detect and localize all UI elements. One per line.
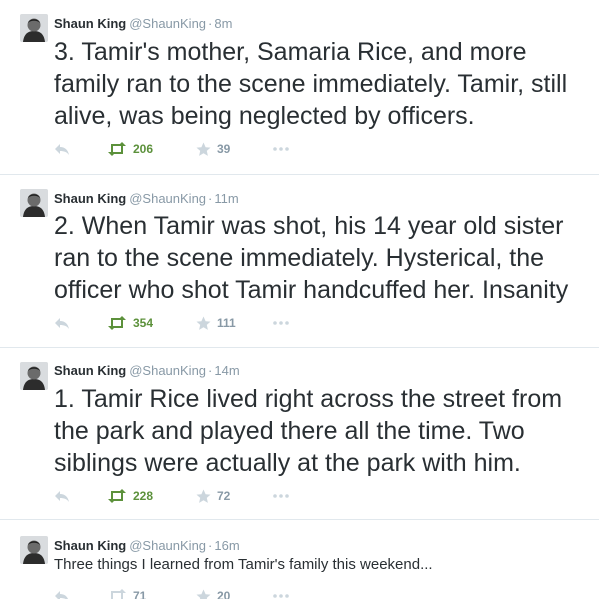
- tweet-actions: 354 111: [54, 314, 374, 332]
- avatar[interactable]: [20, 536, 48, 564]
- retweet-count: 228: [133, 489, 154, 503]
- tweet-text: 1. Tamir Rice lived right across the str…: [54, 385, 563, 477]
- favorite-star-icon: [196, 316, 211, 330]
- author-name[interactable]: Shaun King: [54, 538, 126, 553]
- separator: ·: [208, 191, 213, 206]
- author-name[interactable]: Shaun King: [54, 16, 126, 31]
- author-handle[interactable]: @ShaunKing: [129, 538, 206, 553]
- tweet-text: 3. Tamir's mother, Samaria Rice, and mor…: [54, 38, 568, 130]
- reply-icon: [55, 591, 69, 599]
- reply-button[interactable]: [54, 587, 70, 599]
- favorite-star-icon: [196, 589, 211, 599]
- reply-icon: [55, 491, 69, 502]
- timestamp[interactable]: 16m: [214, 538, 239, 553]
- reply-icon: [55, 318, 69, 329]
- tweet-actions: 228 72: [54, 487, 374, 505]
- timestamp[interactable]: 11m: [214, 191, 238, 206]
- separator: ·: [208, 363, 213, 378]
- favorite-star-icon: [196, 142, 211, 156]
- retweet-count: 206: [133, 142, 154, 156]
- separator: ·: [208, 16, 213, 31]
- retweet-button[interactable]: 354: [107, 314, 153, 332]
- timestamp[interactable]: 8m: [214, 16, 232, 31]
- tweet-actions: 71 20: [54, 587, 374, 599]
- tweet-header: Shaun King @ShaunKing · 16m: [54, 537, 240, 555]
- tweet[interactable]: Shaun King @ShaunKing · 14m 1. Tamir Rice l…: [0, 348, 599, 520]
- tweet[interactable]: Shaun King @ShaunKing · 11m 2. When Tamir w…: [0, 175, 599, 348]
- author-handle[interactable]: @ShaunKing: [129, 363, 206, 378]
- reply-button[interactable]: [54, 314, 70, 332]
- avatar[interactable]: [20, 14, 48, 42]
- favorite-star-icon: [196, 489, 211, 503]
- author-handle[interactable]: @ShaunKing: [129, 16, 206, 31]
- more-button[interactable]: [272, 487, 290, 505]
- retweet-icon: [108, 489, 126, 503]
- reply-button[interactable]: [54, 140, 70, 158]
- retweet-button[interactable]: 206: [107, 140, 153, 158]
- separator: ·: [208, 538, 213, 553]
- tweet-timeline: Shaun King @ShaunKing · 8m 3. Tamir's mothe…: [0, 0, 599, 599]
- tweet-actions: 206 39: [54, 140, 374, 158]
- author-handle[interactable]: @ShaunKing: [129, 191, 206, 206]
- reply-icon: [55, 144, 69, 155]
- retweet-icon: [108, 316, 126, 330]
- avatar[interactable]: [20, 189, 48, 217]
- tweet-header: Shaun King @ShaunKing · 11m: [54, 190, 239, 208]
- favorite-count: 111: [217, 316, 236, 330]
- favorite-button[interactable]: 20: [196, 587, 230, 599]
- more-button[interactable]: [272, 587, 290, 599]
- favorite-button[interactable]: 72: [196, 487, 230, 505]
- timestamp[interactable]: 14m: [214, 363, 239, 378]
- retweet-button[interactable]: 71: [107, 587, 146, 599]
- more-icon: [273, 147, 289, 151]
- retweet-count: 71: [133, 589, 147, 599]
- author-name[interactable]: Shaun King: [54, 363, 126, 378]
- tweet-text: Three things I learned from Tamir's fami…: [54, 556, 433, 573]
- favorite-button[interactable]: 111: [196, 314, 236, 332]
- tweet-text: 2. When Tamir was shot, his 14 year old …: [54, 212, 569, 304]
- author-name[interactable]: Shaun King: [54, 191, 126, 206]
- more-icon: [273, 594, 289, 598]
- tweet[interactable]: Shaun King @ShaunKing · 16m Three things I …: [0, 520, 599, 599]
- more-icon: [273, 321, 289, 325]
- retweet-icon: [108, 589, 126, 599]
- favorite-count: 20: [217, 589, 231, 599]
- more-button[interactable]: [272, 140, 290, 158]
- reply-button[interactable]: [54, 487, 70, 505]
- retweet-count: 354: [133, 316, 154, 330]
- more-icon: [273, 494, 289, 498]
- tweet-header: Shaun King @ShaunKing · 14m: [54, 362, 240, 380]
- favorite-count: 39: [217, 142, 231, 156]
- avatar[interactable]: [20, 362, 48, 390]
- retweet-icon: [108, 142, 126, 156]
- favorite-count: 72: [217, 489, 231, 503]
- tweet-header: Shaun King @ShaunKing · 8m: [54, 15, 232, 33]
- tweet[interactable]: Shaun King @ShaunKing · 8m 3. Tamir's mothe…: [0, 0, 599, 175]
- favorite-button[interactable]: 39: [196, 140, 230, 158]
- more-button[interactable]: [272, 314, 290, 332]
- retweet-button[interactable]: 228: [107, 487, 153, 505]
